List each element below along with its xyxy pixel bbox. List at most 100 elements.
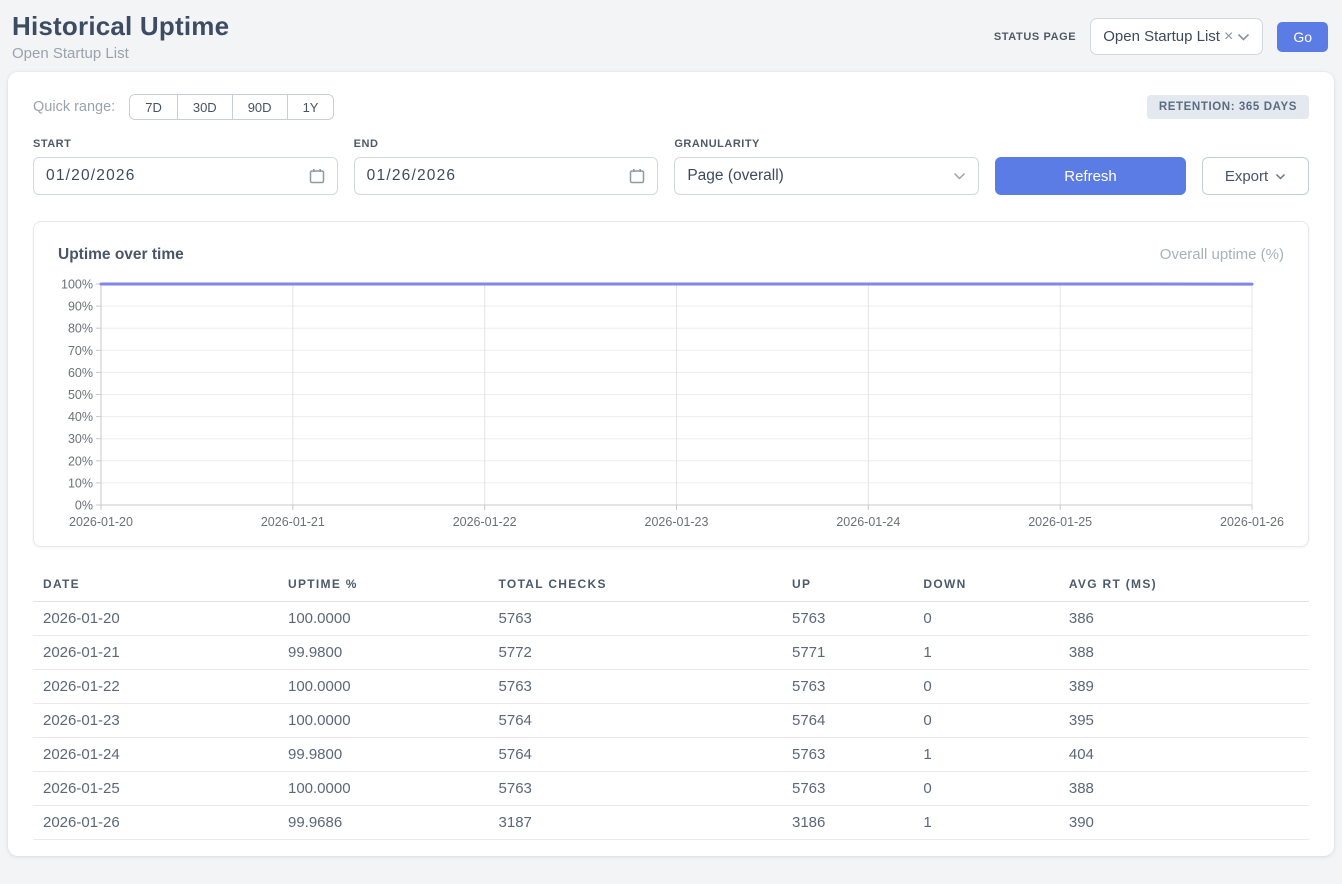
table-cell: 1	[913, 738, 1058, 772]
page-heading: Historical Uptime Open Startup List	[12, 10, 229, 64]
table-cell: 0	[913, 670, 1058, 704]
calendar-icon[interactable]	[309, 168, 325, 184]
table-cell: 5763	[782, 602, 913, 636]
table-cell: 0	[913, 772, 1058, 806]
export-button[interactable]: Export	[1202, 157, 1309, 195]
svg-text:40%: 40%	[68, 410, 93, 424]
table-cell: 100.0000	[278, 670, 489, 704]
table-cell: 99.9686	[278, 806, 489, 840]
go-button[interactable]: Go	[1277, 22, 1328, 52]
table-cell: 0	[913, 602, 1058, 636]
table-cell: 2026-01-23	[33, 704, 278, 738]
table-column-header: UPTIME %	[278, 571, 489, 602]
chart-legend: Overall uptime (%)	[1160, 246, 1284, 263]
svg-text:2026-01-24: 2026-01-24	[836, 515, 900, 529]
table-cell: 100.0000	[278, 704, 489, 738]
table-row: 2026-01-20100.0000576357630386	[33, 602, 1309, 636]
uptime-table: DATEUPTIME %TOTAL CHECKSUPDOWNAVG RT (MS…	[33, 571, 1309, 840]
calendar-icon[interactable]	[629, 168, 645, 184]
svg-text:2026-01-22: 2026-01-22	[453, 515, 517, 529]
quick-range-30d-button[interactable]: 30D	[177, 95, 232, 119]
table-cell: 3186	[782, 806, 913, 840]
svg-text:2026-01-23: 2026-01-23	[645, 515, 709, 529]
svg-text:80%: 80%	[68, 322, 93, 336]
granularity-select[interactable]: Page (overall)	[674, 157, 979, 195]
granularity-value: Page (overall)	[687, 167, 953, 185]
uptime-chart-card: Uptime over time Overall uptime (%) 0% 10…	[33, 221, 1309, 547]
svg-text:2026-01-26: 2026-01-26	[1220, 515, 1284, 529]
table-cell: 388	[1059, 636, 1309, 670]
table-cell: 1	[913, 806, 1058, 840]
quick-range-label: Quick range:	[33, 99, 115, 115]
table-cell: 390	[1059, 806, 1309, 840]
quick-range-group: 7D 30D 90D 1Y	[129, 94, 334, 120]
table-cell: 5763	[489, 772, 782, 806]
status-page-value: Open Startup List	[1103, 28, 1220, 45]
quick-range-row: Quick range: 7D 30D 90D 1Y RETENTION: 36…	[33, 94, 1309, 120]
table-row: 2026-01-2499.9800576457631404	[33, 738, 1309, 772]
table-cell: 1	[913, 636, 1058, 670]
status-page-select[interactable]: Open Startup List ×	[1090, 18, 1263, 55]
chevron-down-icon	[1275, 173, 1286, 180]
table-column-header: DATE	[33, 571, 278, 602]
chevron-down-icon	[1237, 33, 1250, 41]
chart-header: Uptime over time Overall uptime (%)	[58, 246, 1284, 264]
granularity-field: GRANULARITY Page (overall)	[674, 138, 979, 195]
clear-icon[interactable]: ×	[1224, 29, 1233, 45]
uptime-table-head: DATEUPTIME %TOTAL CHECKSUPDOWNAVG RT (MS…	[33, 571, 1309, 602]
table-cell: 2026-01-20	[33, 602, 278, 636]
table-column-header: TOTAL CHECKS	[489, 571, 782, 602]
quick-range-1y-button[interactable]: 1Y	[287, 95, 334, 119]
table-row: 2026-01-2199.9800577257711388	[33, 636, 1309, 670]
table-cell: 388	[1059, 772, 1309, 806]
end-label: END	[354, 138, 659, 150]
page-title: Historical Uptime	[12, 10, 229, 42]
table-cell: 5772	[489, 636, 782, 670]
table-column-header: UP	[782, 571, 913, 602]
table-cell: 395	[1059, 704, 1309, 738]
table-cell: 99.9800	[278, 738, 489, 772]
table-cell: 404	[1059, 738, 1309, 772]
table-cell: 0	[913, 704, 1058, 738]
table-cell: 389	[1059, 670, 1309, 704]
page-subtitle: Open Startup List	[12, 44, 229, 64]
end-date-field: END 01/26/2026	[354, 138, 659, 195]
svg-text:60%: 60%	[68, 366, 93, 380]
uptime-line-chart: 0%10%20%30%40%50%60%70%80%90%100%2026-01…	[58, 274, 1286, 532]
filter-fields-row: START 01/20/2026 END 01/26/2026 GRANULAR…	[33, 138, 1309, 195]
table-cell: 2026-01-21	[33, 636, 278, 670]
start-date-input[interactable]: 01/20/2026	[33, 157, 338, 195]
table-cell: 2026-01-26	[33, 806, 278, 840]
svg-text:20%: 20%	[68, 454, 93, 468]
quick-range-90d-button[interactable]: 90D	[232, 95, 287, 119]
table-cell: 5764	[489, 738, 782, 772]
svg-text:2026-01-21: 2026-01-21	[261, 515, 325, 529]
end-date-value: 01/26/2026	[367, 167, 630, 185]
status-page-label: STATUS PAGE	[994, 31, 1076, 43]
refresh-button[interactable]: Refresh	[995, 157, 1186, 195]
chevron-down-icon	[953, 172, 966, 180]
svg-text:70%: 70%	[68, 344, 93, 358]
svg-text:90%: 90%	[68, 300, 93, 314]
table-column-header: DOWN	[913, 571, 1058, 602]
main-card: Quick range: 7D 30D 90D 1Y RETENTION: 36…	[8, 72, 1334, 856]
table-row: 2026-01-2699.9686318731861390	[33, 806, 1309, 840]
uptime-table-body: 2026-01-20100.00005763576303862026-01-21…	[33, 602, 1309, 840]
svg-text:0%: 0%	[75, 499, 93, 513]
table-cell: 5763	[782, 670, 913, 704]
end-date-input[interactable]: 01/26/2026	[354, 157, 659, 195]
page-header: Historical Uptime Open Startup List STAT…	[0, 0, 1342, 68]
table-cell: 5771	[782, 636, 913, 670]
chart-title: Uptime over time	[58, 246, 184, 264]
table-cell: 5763	[782, 772, 913, 806]
svg-text:100%: 100%	[61, 278, 93, 292]
table-cell: 3187	[489, 806, 782, 840]
table-column-header: AVG RT (MS)	[1059, 571, 1309, 602]
status-page-controls: STATUS PAGE Open Startup List × Go	[994, 18, 1328, 55]
table-header-row: DATEUPTIME %TOTAL CHECKSUPDOWNAVG RT (MS…	[33, 571, 1309, 602]
quick-range-7d-button[interactable]: 7D	[130, 95, 177, 119]
svg-text:10%: 10%	[68, 476, 93, 490]
table-cell: 5764	[782, 704, 913, 738]
granularity-label: GRANULARITY	[674, 138, 979, 150]
table-cell: 5763	[489, 602, 782, 636]
